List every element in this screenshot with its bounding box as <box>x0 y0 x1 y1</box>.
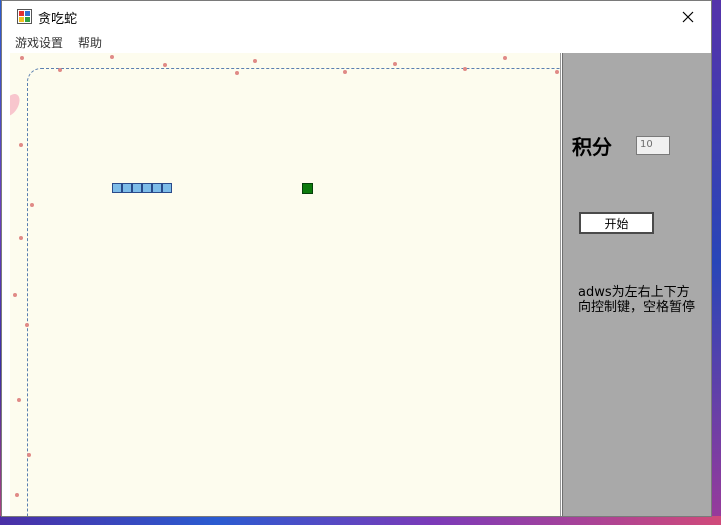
menu-help[interactable]: 帮助 <box>78 34 102 51</box>
start-button[interactable]: 开始 <box>579 212 654 234</box>
border-dot <box>253 59 257 63</box>
border-dot <box>110 55 114 59</box>
desktop-background-bottom <box>0 516 721 525</box>
border-dot <box>17 398 21 402</box>
close-button[interactable] <box>665 1 711 32</box>
border-dot <box>13 293 17 297</box>
border-dot <box>58 68 62 72</box>
board-border <box>27 68 560 516</box>
border-dot <box>393 62 397 66</box>
menu-bar: 游戏设置 帮助 <box>2 32 711 53</box>
menu-game-settings[interactable]: 游戏设置 <box>15 34 63 51</box>
side-panel: 积分 10 开始 adws为左右上下方向控制键，空格暂停 <box>562 53 711 516</box>
close-icon <box>682 11 694 22</box>
score-label: 积分 <box>572 135 612 159</box>
help-text: adws为左右上下方向控制键，空格暂停 <box>578 285 696 315</box>
border-dot <box>555 70 559 74</box>
snake-segment <box>152 183 162 193</box>
border-dot <box>25 323 29 327</box>
border-dot <box>343 70 347 74</box>
snake-segment <box>162 183 172 193</box>
snake-segment <box>132 183 142 193</box>
food-square <box>302 183 313 194</box>
desktop-background-right <box>712 0 721 525</box>
border-dot <box>163 63 167 67</box>
game-board[interactable] <box>10 53 561 516</box>
border-dot <box>27 453 31 457</box>
border-dot <box>463 67 467 71</box>
snake-segment <box>112 183 122 193</box>
snake-segment <box>122 183 132 193</box>
border-dot <box>20 56 24 60</box>
window-title: 贪吃蛇 <box>38 12 78 27</box>
border-dot <box>19 236 23 240</box>
flower-petal-decoration <box>10 91 24 119</box>
title-bar[interactable]: 贪吃蛇 <box>2 1 711 32</box>
snake-segment <box>142 183 152 193</box>
border-dot <box>503 56 507 60</box>
app-window: 贪吃蛇 游戏设置 帮助 积分 10 开始 adws为左右上下方向控制键，空格暂停 <box>1 0 712 517</box>
border-dot <box>15 493 19 497</box>
border-dot <box>19 143 23 147</box>
border-dot <box>235 71 239 75</box>
score-field[interactable]: 10 <box>636 136 670 155</box>
border-dot <box>30 203 34 207</box>
app-window-icon <box>17 9 32 24</box>
